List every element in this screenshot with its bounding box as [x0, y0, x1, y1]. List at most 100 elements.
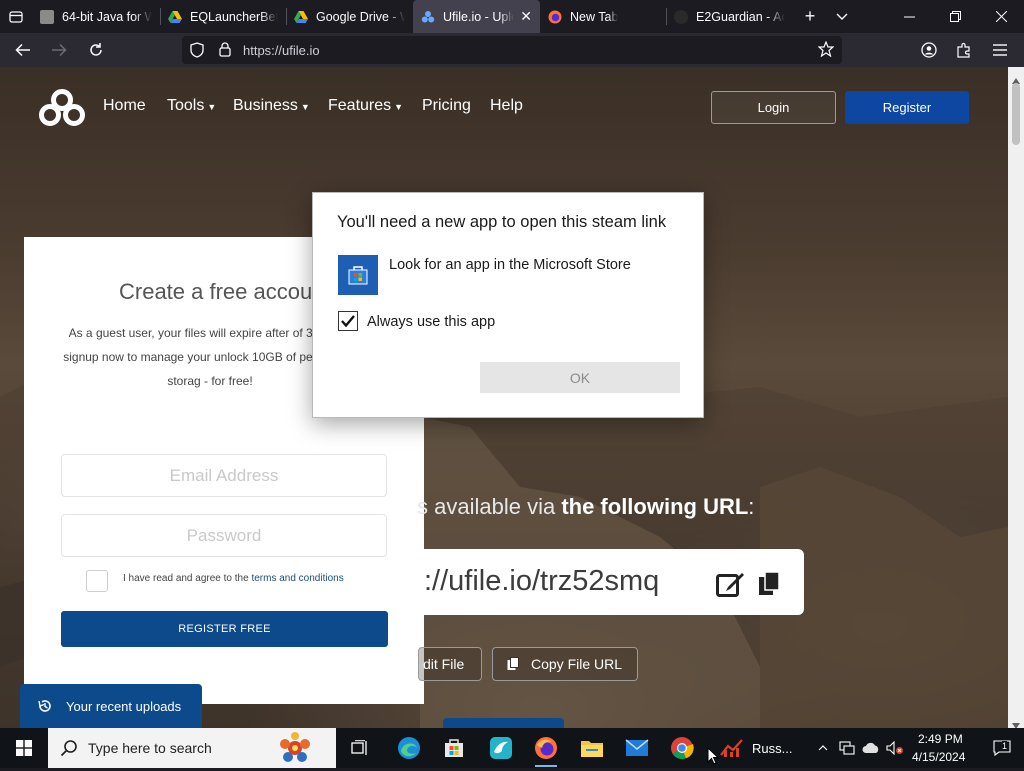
available-prefix: s available via	[417, 494, 556, 519]
nav-home-label: Home	[103, 97, 146, 114]
task-view-icon[interactable]	[338, 728, 382, 768]
copy-small-icon	[507, 657, 519, 671]
forward-arrow-icon[interactable]	[46, 38, 72, 62]
terms-checkbox[interactable]	[86, 570, 108, 592]
bird-app-icon[interactable]	[479, 728, 523, 768]
search-highlight-flower-icon	[272, 730, 318, 771]
browser-tab-bar: 64-bit Java for W EQLauncherBeta Google …	[0, 0, 1024, 33]
microsoft-store-icon[interactable]	[338, 255, 378, 295]
login-button[interactable]: Login	[711, 91, 836, 124]
google-drive-icon	[168, 10, 182, 24]
edge-icon[interactable]	[387, 728, 431, 768]
close-tab-icon[interactable]: ✕	[514, 8, 532, 25]
recent-uploads-label: Your recent uploads	[66, 698, 182, 714]
stock-chart-app-icon	[720, 738, 744, 758]
tab-title: Ufile.io - Uplo	[443, 9, 515, 24]
chrome-icon[interactable]	[660, 728, 704, 768]
copy-file-url-label: Copy File URL	[531, 656, 623, 672]
search-icon	[60, 739, 78, 762]
notifications-icon[interactable]: 1	[980, 728, 1024, 768]
password-field[interactable]: Password	[61, 514, 387, 557]
windows-taskbar: Type here to search Russ... 2:49 PM 4/15…	[0, 728, 1024, 768]
close-window-icon[interactable]	[978, 0, 1024, 33]
back-arrow-icon[interactable]	[10, 38, 36, 62]
tab-e2guardian[interactable]: E2Guardian - Ac	[666, 0, 793, 33]
mail-icon[interactable]	[615, 728, 659, 768]
register-free-button[interactable]: REGISTER FREE	[61, 611, 388, 647]
running-app-label: Russ...	[752, 740, 793, 756]
nav-tools[interactable]: Tools ▼	[167, 97, 216, 115]
bookmark-star-icon[interactable]	[817, 40, 835, 62]
address-bar[interactable]: https://ufile.io	[182, 36, 842, 64]
edit-file-button[interactable]: dit File	[418, 647, 482, 681]
tab-eqlauncher[interactable]: EQLauncherBeta	[160, 0, 286, 33]
firefox-taskbar-icon[interactable]	[524, 728, 568, 768]
page-scrollbar[interactable]	[1008, 67, 1024, 729]
nav-business[interactable]: Business ▼	[233, 97, 310, 115]
microsoft-store-taskbar-icon[interactable]	[432, 728, 476, 768]
list-all-tabs-chevron-icon[interactable]	[830, 0, 854, 33]
account-icon[interactable]	[917, 38, 941, 62]
notification-count: 1	[1002, 741, 1008, 751]
copy-file-url-button[interactable]: Copy File URL	[492, 647, 638, 681]
e2guardian-favicon-icon	[674, 9, 688, 24]
shield-icon[interactable]	[190, 42, 204, 63]
recent-uploads-button[interactable]: Your recent uploads	[20, 684, 202, 728]
tab-title: 64-bit Java for W	[62, 9, 152, 24]
running-app-button[interactable]: Russ...	[712, 728, 804, 768]
ufile-favicon-icon	[421, 10, 435, 24]
edit-pencil-icon[interactable]	[716, 571, 746, 602]
open-with-dialog: You'll need a new app to open this steam…	[312, 192, 704, 418]
copy-icon[interactable]	[758, 571, 782, 602]
email-field[interactable]: Email Address	[61, 454, 387, 497]
windows-start-icon[interactable]	[2, 728, 46, 768]
nav-home[interactable]: Home	[103, 97, 146, 115]
taskbar-search-input[interactable]: Type here to search	[48, 728, 336, 768]
reload-icon[interactable]	[83, 38, 109, 62]
url-text[interactable]: https://ufile.io	[243, 43, 320, 58]
store-option-label[interactable]: Look for an app in the Microsoft Store	[389, 257, 631, 273]
ufile-logo-icon[interactable]	[38, 89, 86, 132]
tab-list-icon[interactable]	[0, 0, 32, 33]
file-available-text: s available via the following URL:	[417, 494, 754, 520]
register-button[interactable]: Register	[845, 91, 969, 124]
mouse-cursor-icon	[707, 746, 720, 770]
clock[interactable]: 2:49 PM 4/15/2024	[908, 728, 970, 768]
always-use-label[interactable]: Always use this app	[367, 314, 495, 330]
tab-title: EQLauncherBeta	[190, 9, 278, 24]
tab-ufile[interactable]: Ufile.io - Uplo ✕	[413, 0, 540, 33]
google-drive-icon	[294, 10, 308, 24]
tab-java[interactable]: 64-bit Java for W	[32, 0, 160, 33]
hamburger-menu-icon[interactable]	[988, 38, 1012, 62]
checkmark-icon	[341, 315, 355, 327]
tab-title: Google Drive - W	[316, 9, 405, 24]
ok-button[interactable]: OK	[480, 362, 680, 393]
firefox-icon	[548, 10, 562, 24]
terms-link[interactable]: terms and conditions	[251, 573, 343, 584]
file-url-box[interactable]: ://ufile.io/trz52smq	[424, 549, 804, 615]
available-suffix: :	[748, 494, 755, 519]
nav-pricing[interactable]: Pricing	[422, 97, 471, 115]
tab-title: New Tab	[570, 9, 619, 24]
new-tab-plus-icon[interactable]: +	[798, 0, 822, 33]
extensions-puzzle-icon[interactable]	[952, 38, 976, 62]
network-icon[interactable]	[836, 728, 858, 768]
nav-help[interactable]: Help	[490, 97, 523, 115]
always-use-checkbox[interactable]	[338, 311, 358, 331]
nav-pricing-label: Pricing	[422, 97, 471, 114]
nav-business-label: Business	[233, 97, 298, 114]
lock-icon[interactable]	[219, 42, 231, 62]
volume-muted-icon[interactable]	[884, 728, 906, 768]
restore-icon[interactable]	[932, 0, 978, 33]
minimize-icon[interactable]	[886, 0, 932, 33]
file-url-value[interactable]: ://ufile.io/trz52smq	[424, 565, 659, 598]
tab-google-drive[interactable]: Google Drive - W	[286, 0, 413, 33]
onedrive-cloud-icon[interactable]	[860, 728, 882, 768]
partially-hidden-button[interactable]	[443, 718, 564, 728]
file-explorer-icon[interactable]	[570, 728, 614, 768]
signup-heading: Create a free accou	[119, 279, 313, 304]
tab-new-tab[interactable]: New Tab	[540, 0, 666, 33]
scrollbar-thumb[interactable]	[1012, 83, 1020, 145]
show-hidden-icons-chevron-icon[interactable]	[812, 728, 834, 768]
nav-features[interactable]: Features ▼	[328, 97, 403, 115]
